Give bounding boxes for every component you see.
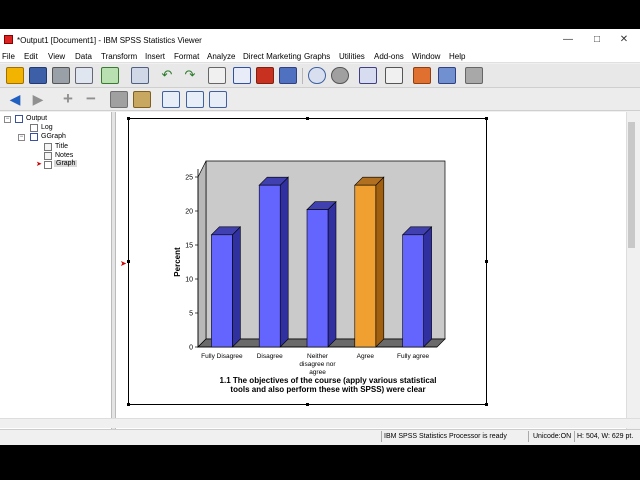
bar <box>306 209 329 348</box>
chart-title-line-2: tools and also perform these with SPSS) … <box>230 385 426 394</box>
bar <box>402 234 424 348</box>
y-tick-label: 5 <box>189 311 193 318</box>
y-tick-label: 10 <box>185 277 193 284</box>
y-tick-label: 20 <box>185 209 193 216</box>
bar-side <box>327 200 337 348</box>
x-tick-label: Fully Disagree <box>201 353 243 360</box>
x-tick-label: Fully agree <box>397 353 430 360</box>
status-divider <box>574 431 575 442</box>
chart-side-wall <box>197 160 207 348</box>
chart-title: 1.1 The objectives of the course (apply … <box>178 376 478 394</box>
y-tick-label: 0 <box>189 345 193 352</box>
bar-side <box>279 176 289 348</box>
status-divider <box>528 431 529 442</box>
status-divider <box>381 431 382 442</box>
x-tick-label: Agree <box>357 353 375 360</box>
bar <box>258 184 281 348</box>
bar <box>354 184 377 348</box>
status-bar: IBM SPSS Statistics Processor is ready U… <box>0 429 640 443</box>
y-tick-label: 25 <box>185 175 193 182</box>
x-tick-label: Disagree <box>257 353 283 360</box>
bar-side <box>423 226 432 348</box>
status-processor: IBM SPSS Statistics Processor is ready <box>384 433 507 440</box>
x-tick-label: disagree nor <box>299 361 336 368</box>
status-unicode: Unicode:ON <box>533 433 572 440</box>
y-axis-label: Percent <box>173 247 182 277</box>
spss-viewer-window: *Output1 [Document1] - IBM SPSS Statisti… <box>0 29 640 445</box>
x-tick-label: Neither <box>307 353 329 360</box>
bar-side <box>375 176 385 348</box>
bar <box>211 234 233 348</box>
status-dimensions: H: 504, W: 629 pt. <box>577 433 634 440</box>
y-tick-label: 15 <box>185 243 193 250</box>
x-tick-label: agree <box>309 369 326 376</box>
chart-title-line-1: 1.1 The objectives of the course (apply … <box>219 376 437 385</box>
bar-side <box>232 226 241 348</box>
